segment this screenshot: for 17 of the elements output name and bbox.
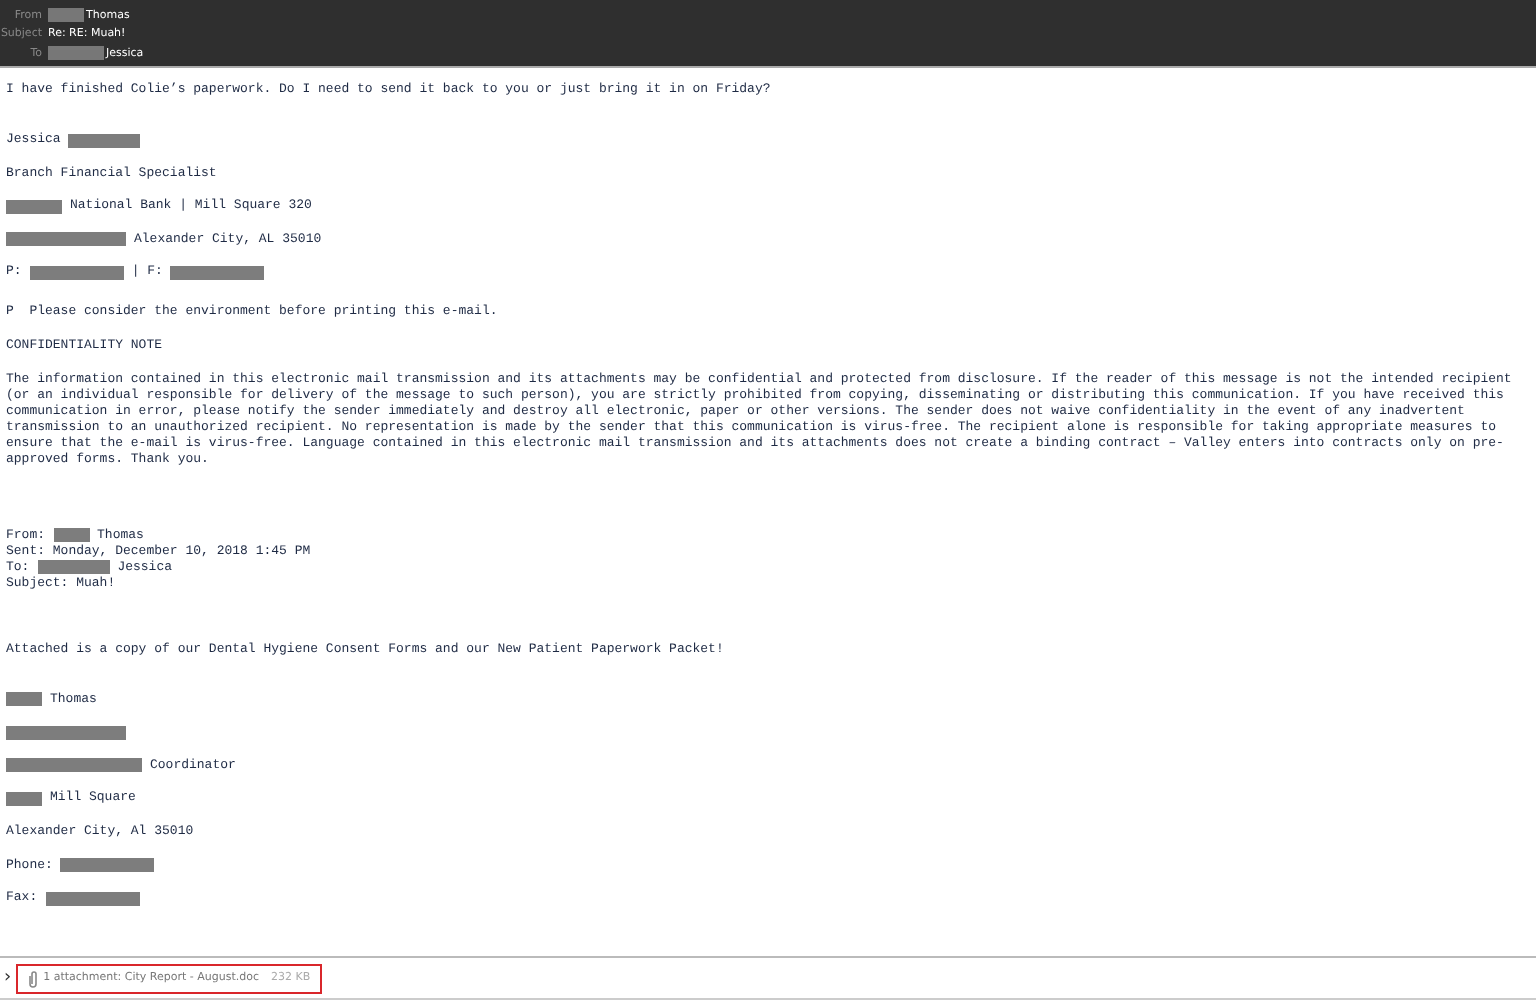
redaction-bar: [48, 46, 104, 61]
redaction-bar: [29, 265, 124, 280]
redaction-bar: [6, 791, 42, 806]
expand-toggle[interactable]: ›: [0, 968, 16, 988]
redaction-bar: [60, 858, 155, 873]
redaction-bar: [6, 232, 126, 247]
redaction-bar: [45, 891, 140, 906]
redaction-bar: [6, 199, 62, 214]
redaction-bar: [6, 692, 42, 707]
paperclip-icon: [27, 969, 38, 987]
redaction-bar: [37, 560, 110, 575]
redaction-bar: [6, 758, 142, 773]
redaction-bar: [6, 725, 126, 740]
redaction-bar: [170, 265, 265, 280]
redaction-bar: [53, 528, 90, 543]
redaction-bar: [68, 133, 141, 147]
redaction-bar: [48, 8, 84, 23]
